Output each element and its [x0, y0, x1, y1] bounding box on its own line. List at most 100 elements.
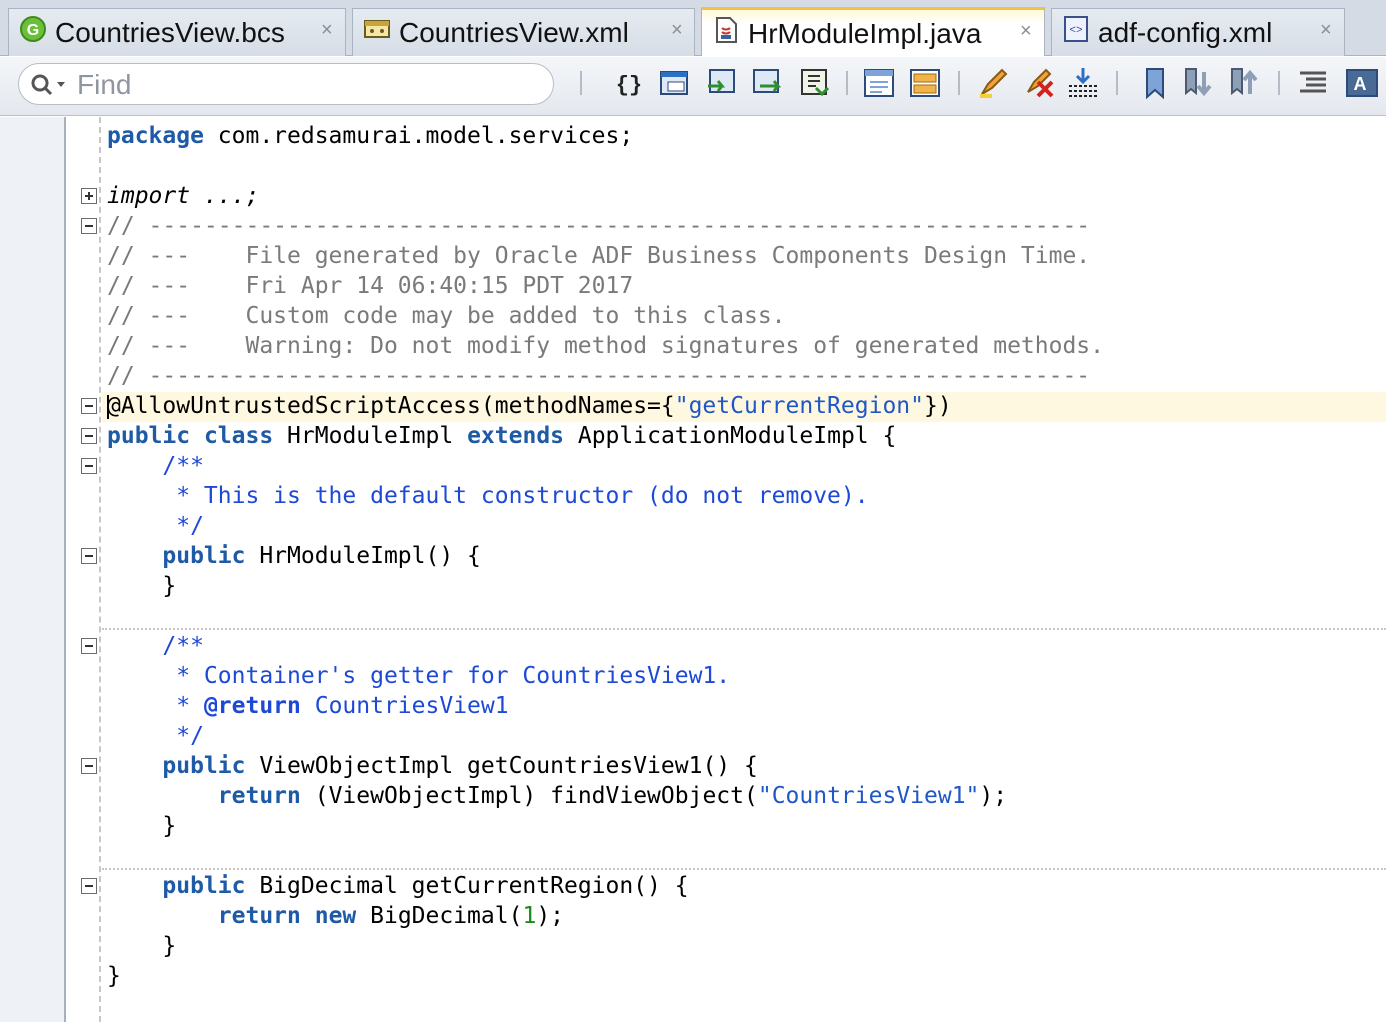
close-icon[interactable]: × — [1020, 20, 1032, 43]
javadoc-text: /** — [107, 633, 204, 659]
tab-countriesview-xml[interactable]: CountriesView.xml × — [352, 8, 695, 56]
toolbar-separator — [846, 71, 848, 95]
javadoc-text: CountriesView1 — [300, 693, 509, 719]
bookmark-icon[interactable] — [1138, 66, 1172, 100]
code-line-return: return new BigDecimal(1); — [107, 901, 564, 931]
javadoc-tag: @return — [203, 693, 301, 719]
code-text: ); — [979, 783, 1008, 809]
code-line-comment: // --- Custom code may be added to this … — [107, 301, 786, 331]
code-line-javadoc: * @return CountriesView1 — [107, 691, 509, 721]
code-text: BigDecimal getCurrentRegion() { — [245, 873, 689, 899]
code-line-javadoc: * This is the default constructor (do no… — [107, 481, 869, 511]
format-icon[interactable]: A — [1344, 66, 1378, 100]
collapse-fold-icon[interactable] — [81, 878, 97, 894]
method-separator — [102, 868, 1386, 870]
tab-adf-config-xml[interactable]: <> adf-config.xml × — [1051, 8, 1345, 56]
tab-label: CountriesView.bcs — [55, 17, 285, 48]
close-icon[interactable]: × — [321, 19, 333, 42]
collapse-fold-icon[interactable] — [81, 398, 97, 414]
code-line-import: import ...; — [107, 181, 259, 211]
string-literal: "getCurrentRegion" — [674, 393, 924, 419]
comment-text: // --- Fri Apr 14 06:40:15 PDT 2017 — [107, 273, 634, 299]
tab-countriesview-bcs[interactable]: G CountriesView.bcs × — [8, 8, 346, 56]
code-text: BigDecimal( — [356, 903, 523, 929]
code-text: } — [107, 813, 177, 839]
collapse-fold-icon[interactable] — [81, 638, 97, 654]
keyword: public — [107, 423, 191, 449]
code-line-comment: // --- Warning: Do not modify method sig… — [107, 331, 1104, 361]
code-line-return: return (ViewObjectImpl) findViewObject("… — [107, 781, 1007, 811]
code-text: ); — [536, 903, 565, 929]
code-line-package: package com.redsamurai.model.services; — [107, 121, 633, 151]
javadoc-text: */ — [107, 513, 204, 539]
code-text: } — [107, 573, 177, 599]
collapse-fold-icon[interactable] — [81, 458, 97, 474]
import-icon[interactable] — [1066, 66, 1100, 100]
close-icon[interactable]: × — [1320, 19, 1332, 42]
fold-guide — [99, 117, 101, 1022]
comment-text: // -------------------------------------… — [107, 363, 1091, 389]
code-line-javadoc: /** — [107, 631, 204, 661]
keyword: class — [203, 423, 274, 449]
indent-icon[interactable] — [1296, 66, 1330, 100]
navigate-forward-icon[interactable] — [750, 66, 784, 100]
keyword: public — [162, 753, 246, 779]
comment-text: // --- Custom code may be added to this … — [107, 303, 786, 329]
toolbar-separator — [958, 71, 960, 95]
code-text: } — [107, 963, 121, 989]
keyword: extends — [467, 423, 565, 449]
collapse-fold-icon[interactable] — [81, 548, 97, 564]
code-line-javadoc: /** — [107, 451, 204, 481]
tab-label: HrModuleImpl.java — [748, 18, 982, 49]
source-frame-icon[interactable] — [658, 66, 692, 100]
clear-highlight-icon[interactable] — [1022, 66, 1056, 100]
collapse-fold-icon[interactable] — [81, 218, 97, 234]
code-text: ViewObjectImpl getCountriesView1() { — [245, 753, 758, 779]
code-text: }) — [923, 393, 952, 419]
javadoc-text: * — [107, 693, 204, 719]
code-editor[interactable]: package com.redsamurai.model.services; i… — [0, 117, 1386, 1022]
svg-text:<>: <> — [1069, 25, 1082, 37]
navigate-down-icon[interactable] — [798, 66, 832, 100]
javadoc-text: * This is the default constructor (do no… — [107, 483, 869, 509]
svg-text:{}: {} — [616, 73, 642, 98]
comment-text: // -------------------------------------… — [107, 213, 1091, 239]
number-literal: 1 — [522, 903, 537, 929]
highlight-icon[interactable] — [976, 66, 1010, 100]
next-bookmark-icon[interactable] — [1182, 66, 1216, 100]
navigate-back-icon[interactable] — [704, 66, 738, 100]
code-line-javadoc: */ — [107, 721, 204, 751]
collapse-fold-icon[interactable] — [81, 758, 97, 774]
split-frame-icon[interactable] — [908, 66, 942, 100]
search-input[interactable] — [77, 70, 537, 100]
window-frame-icon[interactable] — [862, 66, 896, 100]
javadoc-text: * Container's getter for CountriesView1. — [107, 663, 731, 689]
code-text: (ViewObjectImpl) findViewObject( — [300, 783, 758, 809]
search-icon[interactable] — [29, 72, 69, 98]
tab-hrmoduleimpl-java[interactable]: HrModuleImpl.java × — [701, 7, 1045, 56]
tab-label: CountriesView.xml — [399, 17, 629, 48]
keyword: return — [217, 783, 301, 809]
code-line-brace: } — [107, 961, 121, 991]
braces-icon[interactable]: {} — [612, 66, 646, 100]
editor-toolbar: {} — [0, 57, 1386, 116]
code-text: HrModuleImpl() { — [245, 543, 481, 569]
prev-bookmark-icon[interactable] — [1228, 66, 1262, 100]
code-text: HrModuleImpl — [273, 423, 468, 449]
keyword: package — [107, 123, 204, 149]
comment-text: // --- File generated by Oracle ADF Busi… — [107, 243, 1091, 269]
string-literal: "CountriesView1" — [757, 783, 980, 809]
code-line-comment: // -------------------------------------… — [107, 361, 1090, 391]
close-icon[interactable]: × — [671, 19, 683, 42]
expand-fold-icon[interactable] — [81, 188, 97, 204]
code-line-comment: // --- File generated by Oracle ADF Busi… — [107, 241, 1090, 271]
code-line-constructor: public HrModuleImpl() { — [107, 541, 481, 571]
code-text: ApplicationModuleImpl { — [564, 423, 897, 449]
javadoc-text: */ — [107, 723, 204, 749]
code-text: @AllowUntrustedScriptAccess(methodNames=… — [107, 393, 675, 419]
collapse-fold-icon[interactable] — [81, 428, 97, 444]
code-line-javadoc: * Container's getter for CountriesView1. — [107, 661, 730, 691]
method-separator — [102, 628, 1386, 630]
